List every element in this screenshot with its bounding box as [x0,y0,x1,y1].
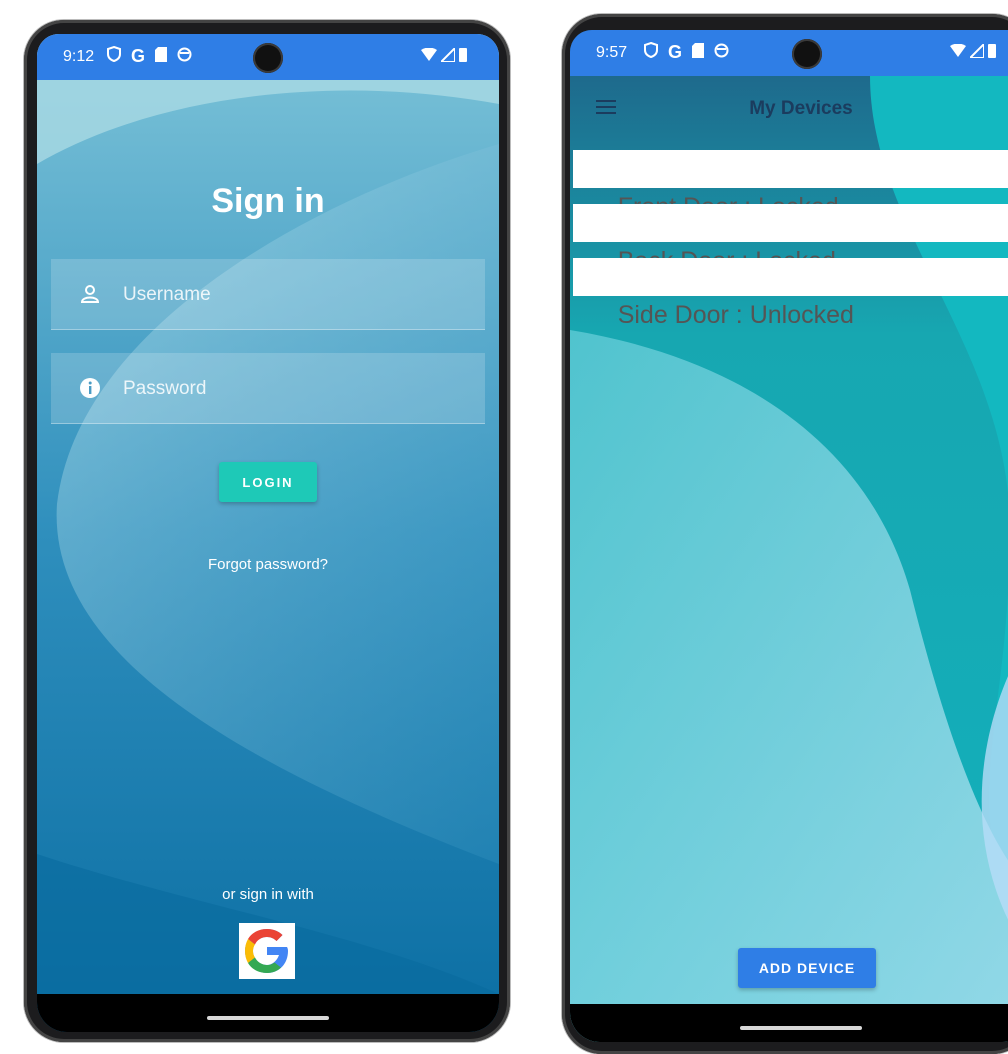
circle-icon [714,43,729,63]
wifi-icon [421,47,437,67]
status-bar: 9:12 G [37,34,499,80]
sd-card-icon [155,46,168,67]
home-indicator[interactable] [207,1016,329,1020]
add-device-button[interactable]: ADD DEVICE [738,948,876,988]
app-bar: My Devices [570,76,1008,142]
status-icons-right [950,41,996,63]
devices-screen: 9:57 G My Devices Side Door: Unlocked A… [570,30,1008,1042]
page-title: Sign in [211,182,325,220]
forgot-password-link[interactable]: Forgot password? [37,556,499,573]
google-logo-icon [239,929,295,983]
status-icons-right [421,45,467,67]
status-icons-left: G [107,45,192,67]
device-separator: : [728,301,750,329]
camera-cutout [792,39,822,69]
person-icon [79,283,101,305]
left-phone-frame: 9:12 G Sign in Username LOGIN Forgot pas… [24,20,510,1042]
signal-icon [967,41,985,63]
circle-icon [177,47,192,67]
password-field[interactable] [51,353,485,425]
signal-icon [438,45,456,67]
device-row-back-door[interactable]: Back Door : Locked [573,204,1008,275]
username-field[interactable] [51,259,485,331]
google-g-icon: G [131,46,146,66]
username-input[interactable] [121,259,465,331]
wifi-icon [950,43,966,63]
camera-cutout [253,43,283,73]
status-bar: 9:57 G [570,30,1008,76]
signin-screen: 9:12 G Sign in Username LOGIN Forgot pas… [37,34,499,1032]
status-icons-left: G [644,41,729,63]
device-name: Side Door [617,301,729,329]
battery-icon [459,47,467,67]
or-sign-in-with-label: or sign in with [222,886,314,903]
device-row-side-door[interactable]: Side Door : Unlocked [573,258,1008,329]
status-time: 9:12 [63,48,95,65]
navigation-bar [570,1004,1008,1042]
page-title: My Devices [749,98,853,119]
sd-card-icon [692,42,705,63]
login-button[interactable]: LOGIN [219,462,317,502]
navigation-bar [37,994,499,1032]
right-phone-frame: 9:57 G My Devices Side Door: Unlocked A… [562,14,1008,1054]
status-time: 9:57 [596,44,628,61]
info-icon [79,377,101,399]
google-sign-in-button[interactable] [239,923,295,979]
password-input[interactable] [121,353,465,425]
device-status: Unlocked [749,301,854,329]
shield-icon [107,45,121,67]
device-row-front-door[interactable]: Front Door : Locked [573,150,1008,221]
home-indicator[interactable] [740,1026,862,1030]
google-g-icon: G [668,42,683,62]
battery-icon [988,43,996,63]
shield-icon [644,41,658,63]
